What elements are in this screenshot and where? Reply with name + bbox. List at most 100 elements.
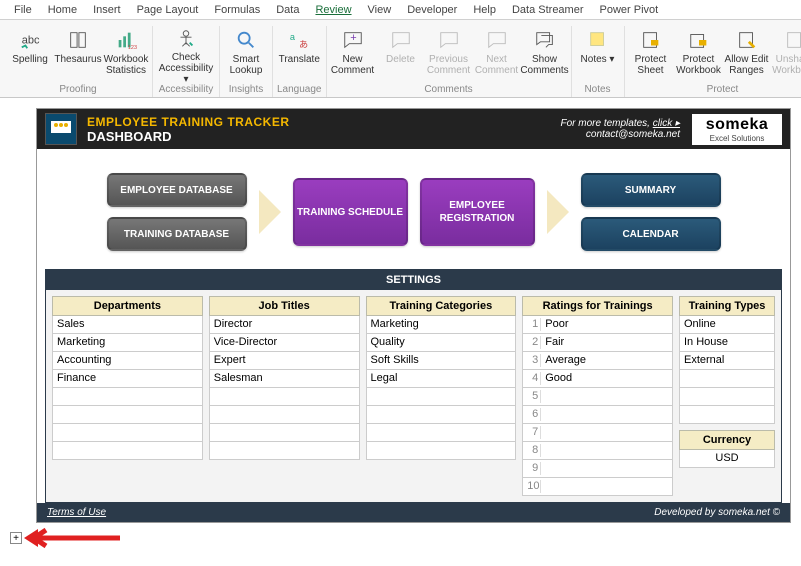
- calendar-button[interactable]: CALENDAR: [581, 217, 721, 251]
- settings-cell[interactable]: [52, 388, 203, 406]
- spelling-button[interactable]: abcSpelling: [8, 26, 52, 82]
- arrow-icon: [547, 190, 569, 234]
- tab-insert[interactable]: Insert: [85, 2, 129, 19]
- group-accessibility: Accessibility: [159, 82, 213, 97]
- template-subtitle: DASHBOARD: [87, 129, 290, 144]
- settings-cell[interactable]: [209, 406, 360, 424]
- ribbon: abcSpelling Thesaurus 123Workbook Statis…: [0, 20, 801, 98]
- settings-cell[interactable]: 9: [522, 460, 673, 478]
- tab-review[interactable]: Review: [307, 2, 359, 19]
- unshare-icon: [783, 28, 801, 52]
- comments-icon: [533, 28, 557, 52]
- settings-cell[interactable]: [366, 406, 517, 424]
- settings-cell[interactable]: 7: [522, 424, 673, 442]
- settings-cell[interactable]: Salesman: [209, 370, 360, 388]
- tab-formulas[interactable]: Formulas: [206, 2, 268, 19]
- arrow-icon: [259, 190, 281, 234]
- settings-cell[interactable]: Vice-Director: [209, 334, 360, 352]
- tab-power-pivot[interactable]: Power Pivot: [592, 2, 667, 19]
- settings-cell[interactable]: 4Good: [522, 370, 673, 388]
- settings-title: SETTINGS: [46, 270, 781, 290]
- svg-text:a: a: [290, 32, 296, 42]
- settings-cell[interactable]: [52, 406, 203, 424]
- next-comment-button: Next Comment: [475, 26, 519, 82]
- settings-cell[interactable]: Quality: [366, 334, 517, 352]
- settings-cell[interactable]: Marketing: [366, 316, 517, 334]
- more-templates-link[interactable]: click ▸: [653, 118, 680, 129]
- settings-cell[interactable]: 5: [522, 388, 673, 406]
- employee-registration-button[interactable]: EMPLOYEE REGISTRATION: [420, 178, 535, 246]
- settings-cell[interactable]: [209, 424, 360, 442]
- settings-cell[interactable]: [52, 424, 203, 442]
- settings-cell[interactable]: 1Poor: [522, 316, 673, 334]
- settings-cell[interactable]: [209, 442, 360, 460]
- settings-cell[interactable]: [679, 406, 775, 424]
- comment-delete-icon: [389, 28, 413, 52]
- protect-sheet-button[interactable]: Protect Sheet: [629, 26, 673, 82]
- settings-cell[interactable]: Sales: [52, 316, 203, 334]
- translate-button[interactable]: aあTranslate: [277, 26, 321, 82]
- group-comments: Comments: [424, 82, 472, 97]
- notes-button[interactable]: Notes ▾: [576, 26, 620, 82]
- template-footer: Terms of Use Developed by someka.net ©: [37, 503, 790, 522]
- currency-cell[interactable]: USD: [679, 450, 775, 468]
- settings-cell[interactable]: [52, 442, 203, 460]
- tab-help[interactable]: Help: [465, 2, 504, 19]
- settings-cell[interactable]: Finance: [52, 370, 203, 388]
- settings-cell[interactable]: 3Average: [522, 352, 673, 370]
- terms-link[interactable]: Terms of Use: [47, 507, 106, 518]
- tab-data[interactable]: Data: [268, 2, 307, 19]
- employee-database-button[interactable]: EMPLOYEE DATABASE: [107, 173, 247, 207]
- ribbon-tabs: File Home Insert Page Layout Formulas Da…: [0, 0, 801, 20]
- check-accessibility-button[interactable]: Check Accessibility ▾: [157, 26, 215, 82]
- outline-expand-button[interactable]: +: [10, 532, 22, 544]
- settings-cell[interactable]: Legal: [366, 370, 517, 388]
- training-schedule-button[interactable]: TRAINING SCHEDULE: [293, 178, 408, 246]
- settings-cell[interactable]: Expert: [209, 352, 360, 370]
- delete-comment-button: Delete: [379, 26, 423, 82]
- tab-developer[interactable]: Developer: [399, 2, 465, 19]
- more-templates-text: For more templates,: [560, 118, 652, 129]
- new-comment-button[interactable]: +New Comment: [331, 26, 375, 82]
- settings-cell[interactable]: 8: [522, 442, 673, 460]
- summary-button[interactable]: SUMMARY: [581, 173, 721, 207]
- group-notes: Notes: [584, 82, 610, 97]
- group-insights: Insights: [229, 82, 263, 97]
- settings-cell[interactable]: Marketing: [52, 334, 203, 352]
- worksheet-area[interactable]: EMPLOYEE TRAINING TRACKER DASHBOARD For …: [0, 98, 801, 523]
- settings-cell[interactable]: 6: [522, 406, 673, 424]
- settings-cell[interactable]: [209, 388, 360, 406]
- tab-file[interactable]: File: [6, 2, 40, 19]
- settings-cell[interactable]: 2Fair: [522, 334, 673, 352]
- job-titles-header: Job Titles: [209, 296, 360, 316]
- settings-cell[interactable]: [366, 388, 517, 406]
- ratings-header: Ratings for Trainings: [522, 296, 673, 316]
- thesaurus-button[interactable]: Thesaurus: [56, 26, 100, 82]
- training-categories-header: Training Categories: [366, 296, 517, 316]
- settings-cell[interactable]: [366, 442, 517, 460]
- smart-lookup-button[interactable]: Smart Lookup: [224, 26, 268, 82]
- settings-cell[interactable]: [366, 424, 517, 442]
- show-comments-button[interactable]: Show Comments: [523, 26, 567, 82]
- settings-cell[interactable]: [679, 388, 775, 406]
- settings-cell[interactable]: Online: [679, 316, 775, 334]
- protect-workbook-button[interactable]: Protect Workbook: [677, 26, 721, 82]
- settings-cell[interactable]: In House: [679, 334, 775, 352]
- tab-view[interactable]: View: [360, 2, 400, 19]
- settings-cell[interactable]: Accounting: [52, 352, 203, 370]
- training-database-button[interactable]: TRAINING DATABASE: [107, 217, 247, 251]
- allow-edit-ranges-button[interactable]: Allow Edit Ranges: [725, 26, 769, 82]
- settings-cell[interactable]: External: [679, 352, 775, 370]
- settings-cell[interactable]: [679, 370, 775, 388]
- nav-flow: EMPLOYEE DATABASE TRAINING DATABASE TRAI…: [37, 149, 790, 269]
- tab-home[interactable]: Home: [40, 2, 85, 19]
- workbook-statistics-button[interactable]: 123Workbook Statistics: [104, 26, 148, 82]
- stats-icon: 123: [114, 28, 138, 52]
- tab-data-streamer[interactable]: Data Streamer: [504, 2, 592, 19]
- settings-cell[interactable]: Director: [209, 316, 360, 334]
- settings-cell[interactable]: 10: [522, 478, 673, 496]
- developed-by: Developed by someka.net ©: [654, 507, 780, 518]
- settings-cell[interactable]: Soft Skills: [366, 352, 517, 370]
- job-titles-column: Job Titles DirectorVice-DirectorExpertSa…: [209, 296, 360, 496]
- tab-page-layout[interactable]: Page Layout: [129, 2, 207, 19]
